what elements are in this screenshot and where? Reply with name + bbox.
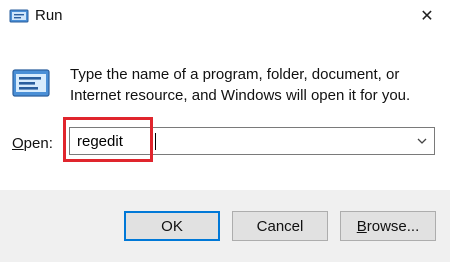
close-icon: ✕ — [420, 8, 434, 25]
browse-button[interactable]: Browse... — [340, 211, 436, 241]
dialog-description: Type the name of a program, folder, docu… — [70, 66, 411, 104]
open-label: Open: — [12, 135, 53, 152]
dropdown-button[interactable] — [410, 128, 434, 154]
ok-button[interactable]: OK — [124, 211, 220, 241]
close-button[interactable]: ✕ — [404, 0, 450, 32]
text-caret — [155, 133, 156, 150]
button-bar: OK Cancel Browse... — [0, 190, 450, 262]
cancel-button[interactable]: Cancel — [232, 211, 328, 241]
title-bar: Run ✕ — [0, 0, 450, 32]
open-combobox[interactable] — [69, 127, 435, 155]
dialog-body: Type the name of a program, folder, docu… — [0, 32, 450, 190]
window-title: Run — [35, 7, 63, 24]
run-large-icon — [12, 66, 50, 100]
chevron-down-icon — [417, 138, 427, 144]
open-input[interactable] — [70, 128, 407, 154]
run-icon — [9, 8, 29, 24]
